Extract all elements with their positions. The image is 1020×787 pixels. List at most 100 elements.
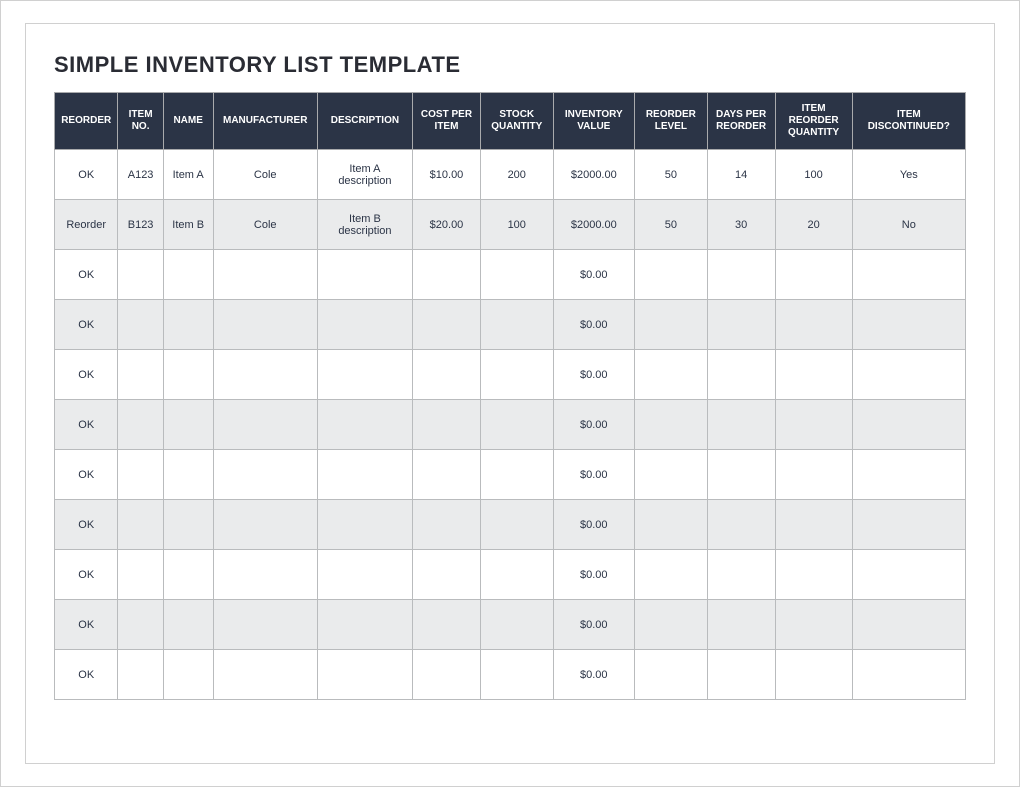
cell-stock-qty[interactable] — [480, 450, 553, 500]
cell-cost-per-item[interactable] — [413, 300, 481, 350]
cell-discontinued[interactable] — [852, 250, 965, 300]
cell-days-per-reorder[interactable] — [707, 300, 775, 350]
cell-days-per-reorder[interactable] — [707, 450, 775, 500]
cell-manufacturer[interactable] — [213, 600, 317, 650]
cell-reorder[interactable]: OK — [55, 250, 118, 300]
cell-reorder-level[interactable] — [635, 550, 708, 600]
cell-item-reorder-qty[interactable] — [775, 350, 852, 400]
cell-name[interactable] — [163, 300, 213, 350]
cell-stock-qty[interactable] — [480, 300, 553, 350]
cell-reorder-level[interactable]: 50 — [635, 200, 708, 250]
cell-item-reorder-qty[interactable] — [775, 550, 852, 600]
cell-reorder[interactable]: Reorder — [55, 200, 118, 250]
cell-discontinued[interactable] — [852, 650, 965, 700]
cell-description[interactable] — [317, 450, 412, 500]
cell-cost-per-item[interactable] — [413, 600, 481, 650]
cell-inventory-value[interactable]: $0.00 — [553, 400, 635, 450]
cell-name[interactable] — [163, 500, 213, 550]
cell-description[interactable]: Item A description — [317, 150, 412, 200]
cell-description[interactable] — [317, 500, 412, 550]
cell-days-per-reorder[interactable] — [707, 650, 775, 700]
cell-cost-per-item[interactable] — [413, 650, 481, 700]
cell-discontinued[interactable] — [852, 550, 965, 600]
cell-inventory-value[interactable]: $2000.00 — [553, 150, 635, 200]
cell-item-no[interactable] — [118, 600, 163, 650]
cell-inventory-value[interactable]: $0.00 — [553, 350, 635, 400]
cell-cost-per-item[interactable]: $10.00 — [413, 150, 481, 200]
cell-reorder-level[interactable] — [635, 250, 708, 300]
cell-item-reorder-qty[interactable]: 100 — [775, 150, 852, 200]
cell-item-reorder-qty[interactable] — [775, 600, 852, 650]
cell-item-no[interactable] — [118, 300, 163, 350]
cell-description[interactable] — [317, 650, 412, 700]
cell-cost-per-item[interactable]: $20.00 — [413, 200, 481, 250]
cell-item-no[interactable] — [118, 250, 163, 300]
cell-inventory-value[interactable]: $0.00 — [553, 500, 635, 550]
cell-discontinued[interactable] — [852, 500, 965, 550]
cell-inventory-value[interactable]: $0.00 — [553, 650, 635, 700]
cell-discontinued[interactable] — [852, 450, 965, 500]
cell-inventory-value[interactable]: $0.00 — [553, 250, 635, 300]
cell-manufacturer[interactable] — [213, 550, 317, 600]
cell-reorder[interactable]: OK — [55, 500, 118, 550]
cell-cost-per-item[interactable] — [413, 250, 481, 300]
cell-manufacturer[interactable] — [213, 400, 317, 450]
cell-days-per-reorder[interactable] — [707, 600, 775, 650]
cell-item-reorder-qty[interactable] — [775, 250, 852, 300]
cell-item-no[interactable] — [118, 550, 163, 600]
cell-stock-qty[interactable] — [480, 650, 553, 700]
cell-reorder[interactable]: OK — [55, 550, 118, 600]
cell-cost-per-item[interactable] — [413, 350, 481, 400]
cell-manufacturer[interactable]: Cole — [213, 150, 317, 200]
cell-item-no[interactable] — [118, 500, 163, 550]
cell-name[interactable] — [163, 600, 213, 650]
cell-reorder-level[interactable] — [635, 450, 708, 500]
cell-item-no[interactable]: A123 — [118, 150, 163, 200]
cell-discontinued[interactable] — [852, 300, 965, 350]
cell-description[interactable] — [317, 600, 412, 650]
cell-name[interactable] — [163, 350, 213, 400]
cell-description[interactable] — [317, 350, 412, 400]
cell-days-per-reorder[interactable] — [707, 250, 775, 300]
cell-inventory-value[interactable]: $2000.00 — [553, 200, 635, 250]
cell-description[interactable] — [317, 550, 412, 600]
cell-cost-per-item[interactable] — [413, 500, 481, 550]
cell-reorder-level[interactable] — [635, 300, 708, 350]
cell-days-per-reorder[interactable] — [707, 400, 775, 450]
cell-manufacturer[interactable] — [213, 450, 317, 500]
cell-manufacturer[interactable] — [213, 300, 317, 350]
cell-reorder[interactable]: OK — [55, 150, 118, 200]
cell-days-per-reorder[interactable]: 14 — [707, 150, 775, 200]
cell-stock-qty[interactable] — [480, 500, 553, 550]
cell-cost-per-item[interactable] — [413, 400, 481, 450]
cell-reorder-level[interactable] — [635, 650, 708, 700]
cell-name[interactable] — [163, 650, 213, 700]
cell-name[interactable] — [163, 400, 213, 450]
cell-reorder-level[interactable] — [635, 400, 708, 450]
cell-item-reorder-qty[interactable] — [775, 500, 852, 550]
cell-manufacturer[interactable] — [213, 250, 317, 300]
cell-manufacturer[interactable] — [213, 500, 317, 550]
cell-manufacturer[interactable]: Cole — [213, 200, 317, 250]
cell-days-per-reorder[interactable] — [707, 500, 775, 550]
cell-discontinued[interactable]: No — [852, 200, 965, 250]
cell-item-reorder-qty[interactable] — [775, 400, 852, 450]
cell-item-no[interactable]: B123 — [118, 200, 163, 250]
cell-days-per-reorder[interactable] — [707, 550, 775, 600]
cell-discontinued[interactable] — [852, 350, 965, 400]
cell-stock-qty[interactable] — [480, 600, 553, 650]
cell-manufacturer[interactable] — [213, 650, 317, 700]
cell-cost-per-item[interactable] — [413, 550, 481, 600]
cell-name[interactable] — [163, 550, 213, 600]
cell-item-reorder-qty[interactable] — [775, 650, 852, 700]
cell-cost-per-item[interactable] — [413, 450, 481, 500]
cell-item-no[interactable] — [118, 650, 163, 700]
cell-stock-qty[interactable] — [480, 350, 553, 400]
cell-item-reorder-qty[interactable] — [775, 450, 852, 500]
cell-reorder-level[interactable]: 50 — [635, 150, 708, 200]
cell-name[interactable]: Item A — [163, 150, 213, 200]
cell-name[interactable] — [163, 250, 213, 300]
cell-reorder[interactable]: OK — [55, 600, 118, 650]
cell-stock-qty[interactable]: 200 — [480, 150, 553, 200]
cell-inventory-value[interactable]: $0.00 — [553, 300, 635, 350]
